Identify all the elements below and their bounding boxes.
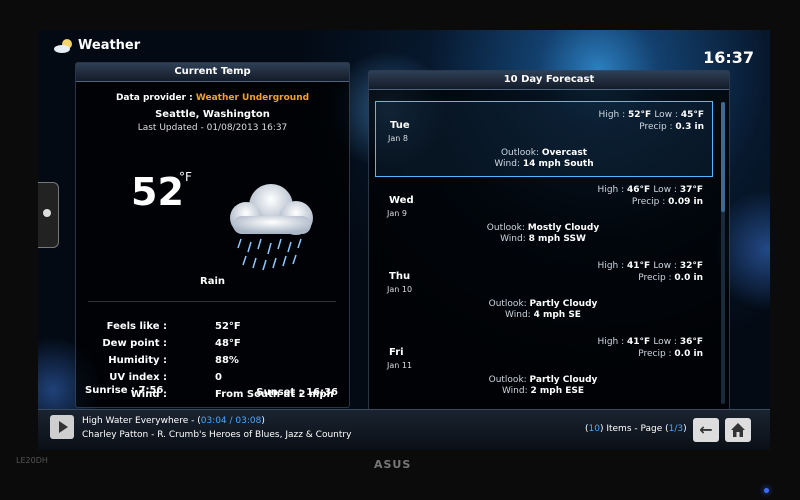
provider-name: Weather Underground (195, 93, 310, 103)
sun-cloud-icon (54, 39, 72, 53)
top-bar: Weather 16:37 (38, 30, 770, 67)
current-weather-panel: Current Temp Data provider : Weather Und… (75, 62, 350, 408)
divider (88, 301, 336, 302)
track-artist: Charley Patton - R. Crumb's Heroes of Bl… (82, 430, 352, 440)
page-indicator: (10) Items - Page (1/3) (585, 424, 687, 434)
power-led (764, 488, 769, 493)
monitor-model: LE20DH (16, 456, 48, 465)
forecast-scrollbar[interactable] (721, 102, 725, 404)
back-arrow-icon: ← (699, 420, 713, 439)
sunrise-time: Sunrise : 7:56 (85, 385, 164, 396)
play-button[interactable] (50, 415, 74, 439)
track-title: High Water Everywhere - (03:04 / 03:08) (82, 416, 265, 426)
play-icon (59, 421, 68, 433)
app-title: Weather (78, 38, 141, 53)
forecast-panel: 10 Day Forecast Tue Jan 8 High : 52°F Lo… (368, 70, 730, 412)
current-temperature: 52 (131, 170, 184, 214)
menu-dot-icon (43, 209, 51, 217)
temperature-unit: °F (179, 170, 192, 184)
city-name: Seattle, Washington (155, 109, 270, 120)
home-button[interactable] (725, 418, 751, 442)
rain-cloud-icon (230, 184, 313, 271)
monitor-brand-logo: ASUS (374, 458, 412, 471)
side-menu-tab[interactable] (38, 182, 59, 248)
track-time: 03:04 / 03:08 (200, 416, 262, 426)
current-condition: Rain (200, 276, 225, 287)
home-icon (731, 423, 745, 437)
forecast-day-tue[interactable]: Tue Jan 8 High : 52°F Low : 45°F Precip … (375, 101, 713, 177)
clock: 16:37 (703, 48, 754, 67)
screen: Weather 16:37 Current Temp Data provider… (38, 30, 770, 450)
last-updated: Last Updated - 01/08/2013 16:37 (137, 123, 288, 133)
panel-header: 10 Day Forecast (369, 71, 729, 90)
now-playing-bar: High Water Everywhere - (03:04 / 03:08) … (38, 409, 770, 450)
scrollbar-thumb[interactable] (721, 102, 725, 212)
forecast-day-fri[interactable]: Fri Jan 11 High : 41°F Low : 36°F Precip… (375, 329, 711, 403)
panel-header: Current Temp (76, 63, 349, 82)
forecast-day-wed[interactable]: Wed Jan 9 High : 46°F Low : 37°F Precip … (375, 177, 711, 251)
forecast-day-thu[interactable]: Thu Jan 10 High : 41°F Low : 32°F Precip… (375, 253, 711, 327)
sunset-time: Sunset : 16:36 (256, 387, 338, 398)
back-button[interactable]: ← (693, 418, 719, 442)
data-provider: Data provider : Weather Underground (115, 93, 310, 103)
